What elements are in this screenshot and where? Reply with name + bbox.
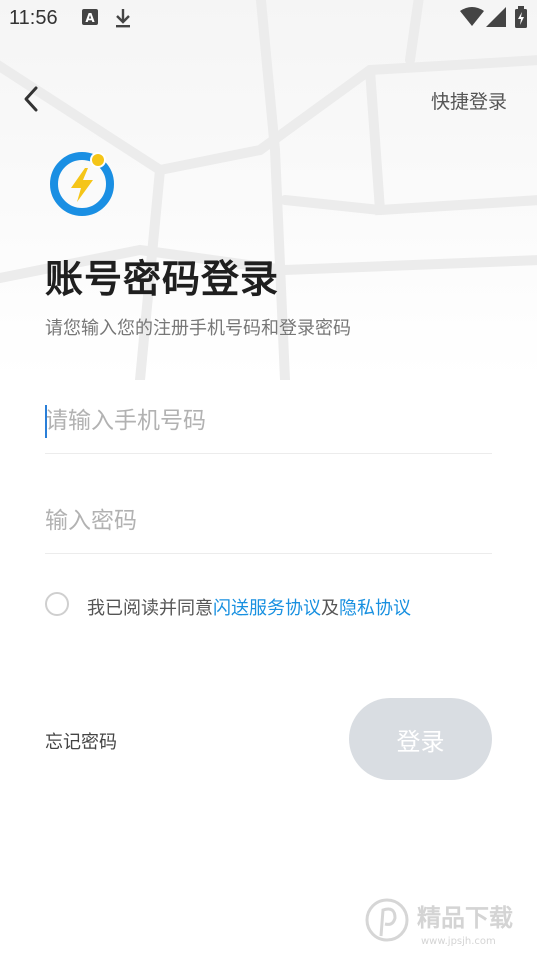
svg-text:A: A <box>85 11 95 25</box>
back-button[interactable] <box>16 80 50 118</box>
text-a-icon: A <box>81 8 99 30</box>
page-title: 账号密码登录 <box>45 257 280 301</box>
status-bar: 11:56 A <box>0 0 537 36</box>
signal-icon <box>486 7 506 31</box>
quick-login-link[interactable]: 快捷登录 <box>431 87 507 114</box>
password-input[interactable] <box>45 503 492 539</box>
agreement-text: 我已阅读并同意闪送服务协议及隐私协议 <box>87 594 411 620</box>
agreement-and: 及 <box>321 598 339 619</box>
forgot-password-link[interactable]: 忘记密码 <box>45 728 117 754</box>
app-logo <box>47 148 119 220</box>
watermark: 精品下载 www.jpsjh.com <box>361 892 531 950</box>
watermark-logo-icon: 精品下载 www.jpsjh.com <box>365 898 513 947</box>
wifi-icon <box>460 7 484 31</box>
agreement-prefix: 我已阅读并同意 <box>87 598 213 619</box>
agreement-checkbox[interactable] <box>45 592 69 616</box>
service-agreement-link[interactable]: 闪送服务协议 <box>213 598 321 619</box>
page-subtitle: 请您输入您的注册手机号码和登录密码 <box>45 318 351 339</box>
watermark-url: www.jpsjh.com <box>421 936 496 947</box>
battery-charging-icon <box>514 6 528 32</box>
password-field[interactable] <box>45 493 492 554</box>
lightning-bolt-logo-icon <box>50 152 114 216</box>
download-icon <box>114 8 132 32</box>
login-button[interactable]: 登录 <box>349 698 492 780</box>
privacy-agreement-link[interactable]: 隐私协议 <box>339 598 411 619</box>
phone-field[interactable] <box>45 393 492 454</box>
watermark-text: 精品下载 <box>417 904 513 932</box>
phone-input[interactable] <box>45 403 492 439</box>
status-time: 11:56 <box>9 7 58 29</box>
text-caret <box>45 405 47 438</box>
chevron-left-icon <box>24 86 38 112</box>
